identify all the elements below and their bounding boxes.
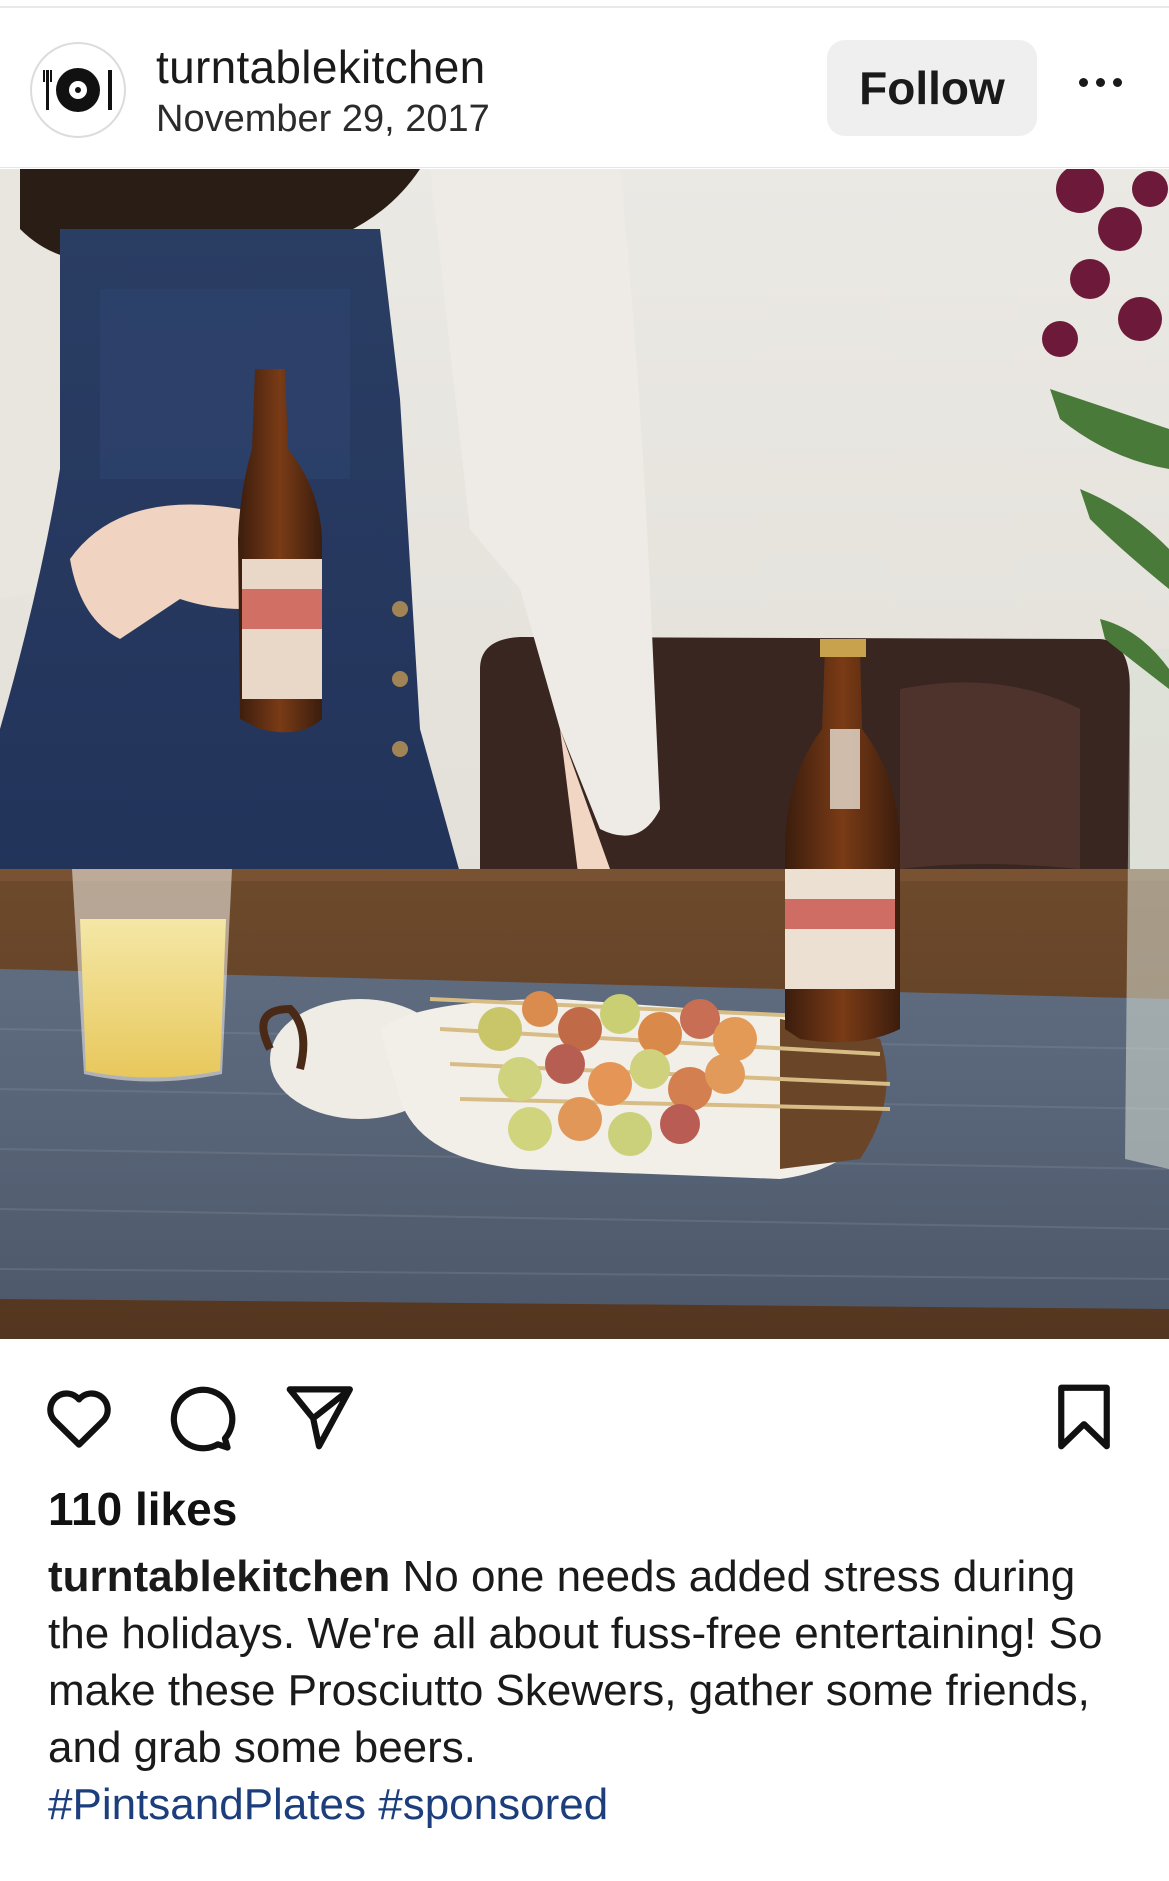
turntable-logo-icon	[43, 68, 112, 112]
caption-username[interactable]: turntablekitchen	[48, 1552, 390, 1601]
avatar[interactable]	[30, 42, 126, 138]
dot	[1095, 77, 1105, 87]
follow-button[interactable]: Follow	[827, 40, 1037, 136]
heart-icon[interactable]	[40, 1378, 118, 1456]
send-icon[interactable]	[280, 1378, 358, 1456]
more-options-icon[interactable]	[1068, 62, 1132, 102]
likes-count[interactable]: 110 likes	[48, 1482, 237, 1536]
post-header: turntablekitchen November 29, 2017 Follo…	[0, 10, 1169, 168]
hashtag-link[interactable]: #sponsored	[378, 1780, 608, 1829]
dot	[1078, 77, 1088, 87]
post-caption: turntablekitchen No one needs added stre…	[48, 1548, 1138, 1833]
top-divider	[0, 0, 1169, 8]
post-username[interactable]: turntablekitchen	[156, 40, 486, 94]
post-date: November 29, 2017	[156, 98, 490, 140]
post-image	[0, 169, 1169, 1339]
hashtag-link[interactable]: #PintsandPlates	[48, 1780, 366, 1829]
post-actions	[0, 1370, 1169, 1452]
dot	[1112, 77, 1122, 87]
post-photo[interactable]	[0, 169, 1169, 1339]
bookmark-icon[interactable]	[1045, 1378, 1123, 1456]
comment-icon[interactable]	[158, 1378, 236, 1456]
